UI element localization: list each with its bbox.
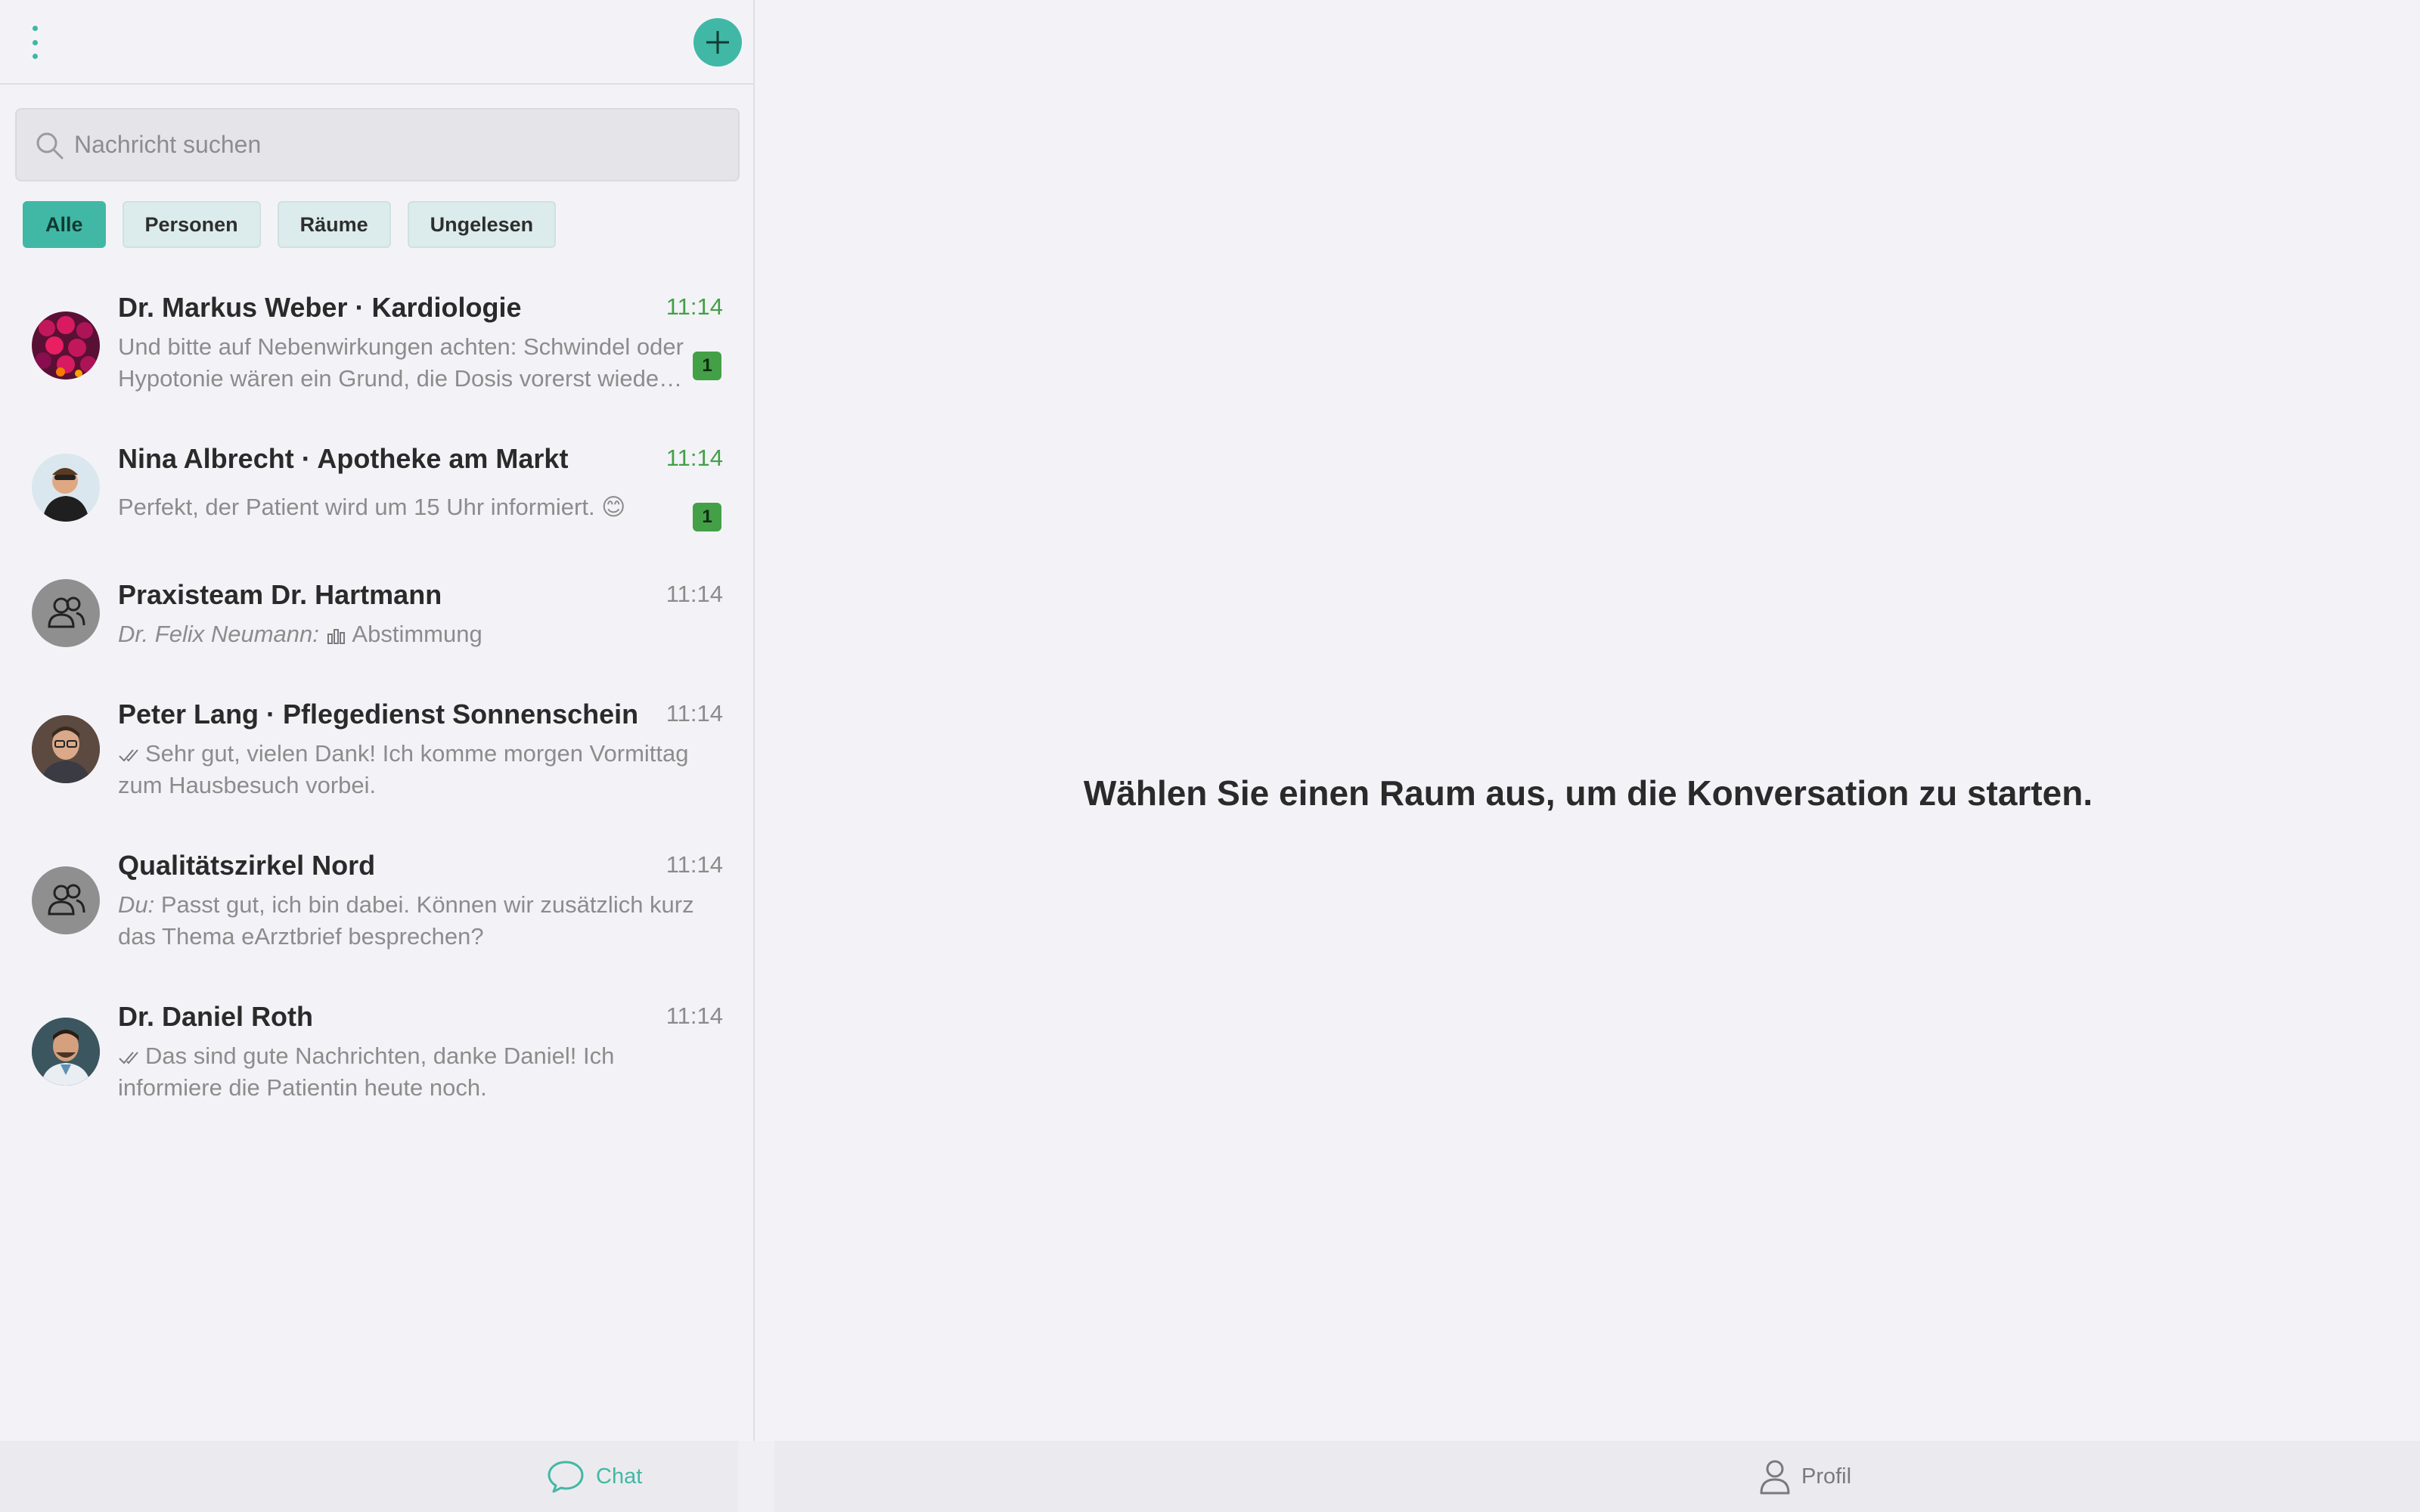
avatar	[32, 715, 100, 783]
chat-time: 11:14	[666, 581, 723, 607]
nav-profile[interactable]: Profil	[1759, 1441, 1851, 1512]
double-check-icon	[119, 749, 138, 762]
flowers-avatar-image	[32, 311, 100, 380]
filter-persons[interactable]: Personen	[122, 201, 261, 248]
chat-item[interactable]: Dr. Daniel Roth 11:14 Das sind gute Nach…	[0, 990, 753, 1134]
chat-title: Praxisteam Dr. Hartmann	[118, 579, 442, 610]
bottom-nav: Chat Profil	[0, 1441, 2420, 1512]
chat-time: 11:14	[666, 293, 723, 320]
chat-title: Qualitätszirkel Nord	[118, 850, 376, 881]
avatar	[32, 311, 100, 380]
app: Alle Personen Räume Ungelesen Dr. Markus…	[0, 0, 2420, 1512]
chat-time: 11:14	[666, 851, 723, 878]
chat-preview-text: Passt gut, ich bin dabei. Können wir zus…	[118, 891, 694, 950]
chat-preview: Und bitte auf Nebenwirkungen achten: Sch…	[118, 333, 684, 392]
person-photo-avatar	[32, 715, 100, 783]
chat-item[interactable]: Qualitätszirkel Nord 11:14 Du: Passt gut…	[0, 839, 753, 983]
chat-title: Nina Albrecht · Apotheke am Markt	[118, 443, 569, 474]
chat-preview: Sehr gut, vielen Dank! Ich komme morgen …	[118, 738, 723, 801]
new-chat-button[interactable]	[693, 18, 742, 67]
group-icon	[48, 884, 85, 916]
filter-chips: Alle Personen Räume Ungelesen	[23, 201, 557, 248]
chat-item[interactable]: Praxisteam Dr. Hartmann 11:14 Dr. Felix …	[0, 567, 753, 688]
group-icon	[48, 596, 85, 628]
main-panel: Wählen Sie einen Raum aus, um die Konver…	[756, 0, 2420, 1441]
avatar	[32, 1018, 100, 1086]
double-check-icon	[119, 1052, 138, 1064]
unread-badge: 1	[693, 352, 721, 380]
sidebar: Alle Personen Räume Ungelesen Dr. Markus…	[0, 0, 755, 1441]
plus-icon	[706, 31, 729, 54]
chat-preview-text: Abstimmung	[352, 621, 482, 647]
chat-title: Dr. Markus Weber · Kardiologie	[118, 292, 522, 323]
avatar	[32, 579, 100, 647]
chat-time: 11:14	[666, 700, 723, 727]
chat-item[interactable]: Dr. Markus Weber · Kardiologie 11:14 Und…	[0, 280, 753, 416]
chat-sender: Dr. Felix Neumann:	[118, 621, 319, 647]
filter-rooms[interactable]: Räume	[277, 201, 391, 248]
nav-profile-label: Profil	[1801, 1464, 1852, 1489]
person-photo-avatar	[32, 1018, 100, 1086]
menu-kebab-icon[interactable]	[27, 26, 42, 59]
empty-state-message: Wählen Sie einen Raum aus, um die Konver…	[1083, 773, 2093, 813]
chat-item[interactable]: Nina Albrecht · Apotheke am Markt 11:14 …	[0, 431, 753, 567]
avatar	[32, 454, 100, 522]
chat-item[interactable]: Peter Lang · Pflegedienst Sonnenschein 1…	[0, 688, 753, 832]
search-box	[15, 108, 740, 181]
chat-time: 11:14	[666, 1002, 723, 1029]
chat-bubble-icon	[548, 1461, 584, 1493]
chat-title: Peter Lang · Pflegedienst Sonnenschein	[118, 699, 639, 730]
person-photo-avatar	[32, 454, 100, 522]
poll-icon	[327, 628, 345, 644]
chat-title: Dr. Daniel Roth	[118, 1001, 314, 1032]
chat-preview: Du: Passt gut, ich bin dabei. Können wir…	[118, 889, 723, 953]
filter-unread[interactable]: Ungelesen	[407, 201, 557, 248]
nav-chat-label: Chat	[596, 1464, 643, 1489]
chat-preview: Das sind gute Nachrichten, danke Daniel!…	[118, 1040, 723, 1104]
search-icon	[36, 132, 64, 160]
filter-all[interactable]: Alle	[23, 201, 106, 248]
chat-time: 11:14	[666, 445, 723, 471]
chat-preview-text: Das sind gute Nachrichten, danke Daniel!…	[118, 1043, 615, 1101]
avatar	[32, 866, 100, 934]
person-icon	[1760, 1460, 1790, 1495]
sidebar-topbar	[0, 0, 753, 85]
chat-preview-text: Sehr gut, vielen Dank! Ich komme morgen …	[118, 740, 689, 798]
nav-chat[interactable]: Chat	[546, 1441, 642, 1512]
search-input[interactable]	[74, 110, 724, 180]
chat-preview: Perfekt, der Patient wird um 15 Uhr info…	[118, 494, 626, 520]
nav-divider	[738, 1441, 774, 1512]
chat-sender: Du:	[118, 891, 155, 918]
chat-preview: Dr. Felix Neumann: Abstimmung	[118, 618, 723, 650]
unread-badge: 1	[693, 503, 721, 531]
